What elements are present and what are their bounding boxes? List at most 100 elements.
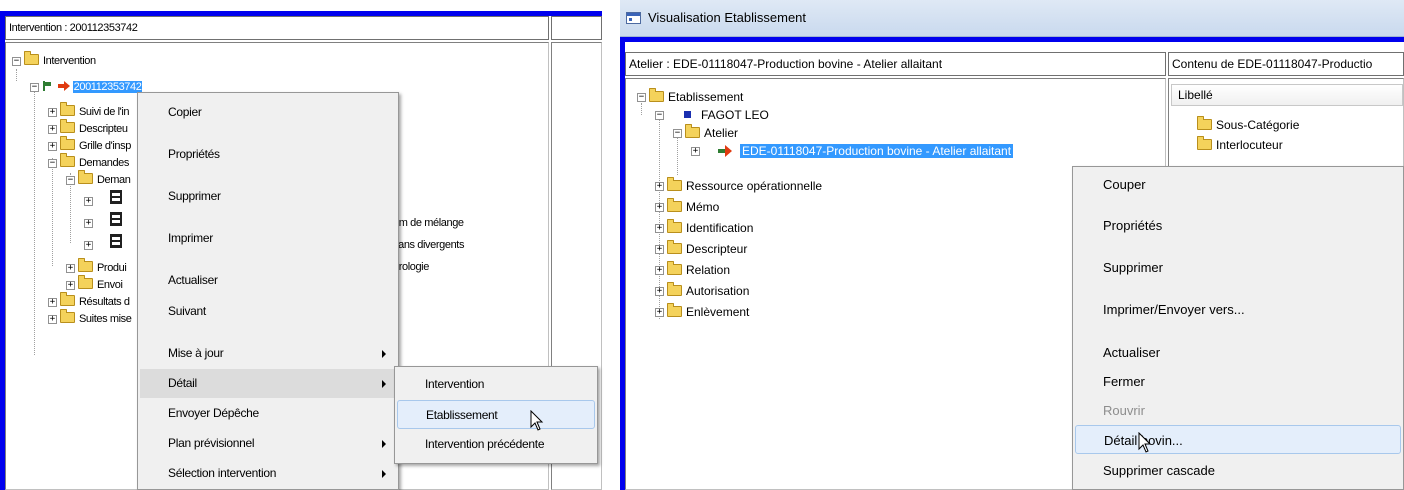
film-icon xyxy=(110,190,122,204)
menu-item-copier[interactable]: Copier xyxy=(140,98,396,127)
menu-item-proprietes[interactable]: Propriétés xyxy=(140,140,396,169)
expand-toggle[interactable]: + xyxy=(691,147,700,156)
collapse-toggle[interactable]: − xyxy=(637,93,646,102)
tree-node-autorisation[interactable]: Autorisation xyxy=(667,282,749,299)
tree-node-fagot-leo[interactable]: FAGOT LEO xyxy=(684,107,769,123)
film-icon xyxy=(110,234,122,248)
expand-toggle[interactable]: + xyxy=(66,281,75,290)
tree-node-produits[interactable]: Produi xyxy=(78,258,127,276)
menu-item-supprimer-cascade[interactable]: Supprimer cascade xyxy=(1075,456,1401,485)
collapse-toggle[interactable]: − xyxy=(655,111,664,120)
tree-node-intervention[interactable]: Intervention xyxy=(24,51,96,69)
folder-icon xyxy=(667,303,682,317)
folder-icon xyxy=(24,51,39,65)
submenu-item-intervention[interactable]: Intervention xyxy=(397,370,595,399)
window-title: Visualisation Etablissement xyxy=(648,10,807,25)
film-icon xyxy=(110,212,122,226)
expand-toggle[interactable]: + xyxy=(84,197,93,206)
menu-item-actualiser[interactable]: Actualiser xyxy=(1075,338,1401,367)
atelier-header: Atelier : EDE-01118047-Production bovine… xyxy=(625,52,1166,76)
tree-node-intervention-id[interactable]: 200112353742 xyxy=(42,79,143,95)
menu-item-envoyer-depeche[interactable]: Envoyer Dépêche xyxy=(140,399,396,428)
tree-node-descripteur[interactable]: Descripteu xyxy=(60,119,128,137)
submenu-arrow-icon xyxy=(382,380,386,388)
menu-item-selection-intervention[interactable]: Sélection intervention xyxy=(140,459,396,488)
expand-toggle[interactable]: + xyxy=(66,264,75,273)
tree-node-resultats[interactable]: Résultats d xyxy=(60,292,130,310)
menu-item-detail-bovin[interactable]: Détail bovin... xyxy=(1075,425,1401,454)
mouse-cursor-icon xyxy=(1138,432,1152,453)
folder-icon xyxy=(685,124,700,138)
folder-icon xyxy=(1197,136,1212,150)
column-header-libelle[interactable]: Libellé xyxy=(1171,84,1403,106)
tree-node-text: sans divergents xyxy=(393,239,465,251)
tree-node-enlevement[interactable]: Enlèvement xyxy=(667,303,749,320)
tree-node-suites[interactable]: Suites mise xyxy=(60,309,132,327)
folder-icon xyxy=(667,219,682,233)
window-icon xyxy=(626,12,641,24)
tree-node-identification[interactable]: Identification xyxy=(667,219,753,236)
menu-item-couper[interactable]: Couper xyxy=(1075,170,1401,199)
collapse-toggle[interactable]: − xyxy=(30,83,39,92)
collapse-toggle[interactable]: − xyxy=(673,129,682,138)
expand-toggle[interactable]: + xyxy=(48,125,57,134)
folder-icon xyxy=(649,88,664,102)
expand-toggle[interactable]: + xyxy=(84,219,93,228)
expand-toggle[interactable]: + xyxy=(655,287,664,296)
flag-icon xyxy=(42,81,52,91)
establishment-icon xyxy=(684,111,691,118)
tree-node-grille[interactable]: Grille d'insp xyxy=(60,136,131,154)
contenu-header: Contenu de EDE-01118047-Productio xyxy=(1168,52,1404,76)
left-window: Intervention : 200112353742 − Interventi… xyxy=(0,0,602,490)
menu-item-fermer[interactable]: Fermer xyxy=(1075,367,1401,396)
tree-node-demande[interactable]: Deman xyxy=(78,170,131,188)
tree-node-descripteur[interactable]: Descripteur xyxy=(667,240,747,257)
tree-node-demandes[interactable]: Demandes xyxy=(60,153,129,171)
collapse-toggle[interactable]: − xyxy=(12,57,21,66)
expand-toggle[interactable]: + xyxy=(48,142,57,151)
tree-node-text: um de mélange xyxy=(393,217,464,229)
expand-toggle[interactable]: + xyxy=(84,241,93,250)
menu-item-imprimer[interactable]: Imprimer xyxy=(140,224,396,253)
menu-item-proprietes[interactable]: Propriétés xyxy=(1075,211,1401,240)
submenu-arrow-icon xyxy=(382,470,386,478)
expand-toggle[interactable]: + xyxy=(655,224,664,233)
folder-icon xyxy=(667,240,682,254)
title-bar: Visualisation Etablissement xyxy=(620,0,1404,37)
tree-node-atelier[interactable]: Atelier xyxy=(685,124,738,141)
list-item[interactable]: Sous-Catégorie xyxy=(1197,116,1299,133)
expand-toggle[interactable]: + xyxy=(48,298,57,307)
menu-item-plan-previsionnel[interactable]: Plan prévisionnel xyxy=(140,429,396,458)
submenu-item-intervention-precedente[interactable]: Intervention précédente xyxy=(397,430,595,459)
menu-item-supprimer[interactable]: Supprimer xyxy=(140,182,396,211)
tree-node-ressource[interactable]: Ressource opérationnelle xyxy=(667,177,822,194)
menu-item-rouvrir: Rouvrir xyxy=(1103,403,1145,418)
menu-item-mise-a-jour[interactable]: Mise à jour xyxy=(140,339,396,368)
expand-toggle[interactable]: + xyxy=(48,108,57,117)
menu-item-suivant[interactable]: Suivant xyxy=(140,297,396,326)
tree-node-suivi[interactable]: Suivi de l'in xyxy=(60,102,130,120)
collapse-toggle[interactable]: − xyxy=(66,176,75,185)
menu-item-supprimer[interactable]: Supprimer xyxy=(1075,253,1401,282)
tree-node-etablissement[interactable]: Etablissement xyxy=(649,88,743,105)
folder-icon xyxy=(667,198,682,212)
expand-toggle[interactable]: + xyxy=(655,308,664,317)
expand-toggle[interactable]: + xyxy=(655,266,664,275)
folder-icon xyxy=(78,275,93,289)
menu-item-detail[interactable]: Détail xyxy=(140,369,396,398)
expand-toggle[interactable]: + xyxy=(655,203,664,212)
tree-node-relation[interactable]: Relation xyxy=(667,261,730,278)
tree-node-envoi[interactable]: Envoi xyxy=(78,275,123,293)
expand-toggle[interactable]: + xyxy=(48,315,57,324)
menu-item-imprimer-envoyer[interactable]: Imprimer/Envoyer vers... xyxy=(1075,295,1401,324)
expand-toggle[interactable]: + xyxy=(655,245,664,254)
tree-node-memo[interactable]: Mémo xyxy=(667,198,719,215)
expand-toggle[interactable]: + xyxy=(655,182,664,191)
intervention-header: Intervention : 200112353742 xyxy=(5,16,549,40)
tree-node-atelier-allaitant[interactable]: EDE-01118047-Production bovine - Atelier… xyxy=(718,143,1014,159)
list-item[interactable]: Interlocuteur xyxy=(1197,136,1283,153)
collapse-toggle[interactable]: − xyxy=(48,159,57,168)
submenu-item-etablissement[interactable]: Etablissement xyxy=(397,400,595,429)
folder-icon xyxy=(60,102,75,116)
menu-item-actualiser[interactable]: Actualiser xyxy=(140,266,396,295)
